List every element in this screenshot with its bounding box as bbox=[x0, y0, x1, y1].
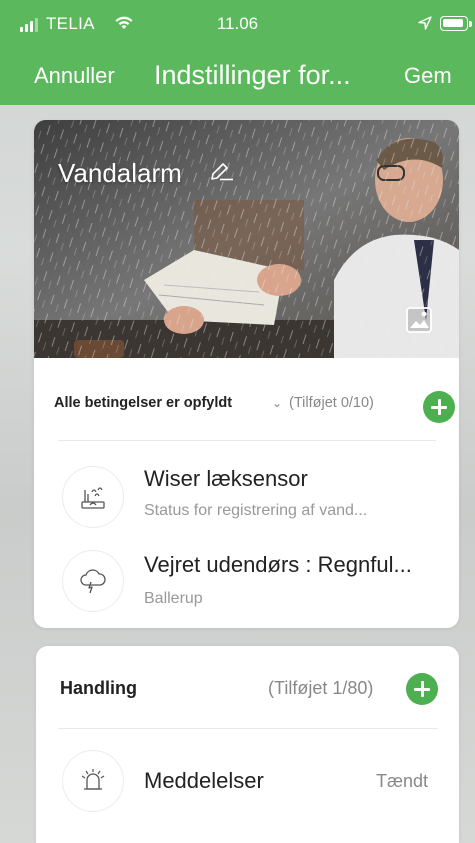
app-header: TELIA 11.06 Annuller Indstillinger for..… bbox=[0, 0, 475, 105]
water-leak-sensor-icon bbox=[62, 466, 124, 528]
location-arrow-icon bbox=[417, 15, 433, 36]
chevron-down-icon[interactable]: ⌄ bbox=[272, 396, 282, 410]
actions-label: Handling bbox=[60, 678, 137, 698]
status-time: 11.06 bbox=[216, 14, 259, 33]
cover-photo-illustration bbox=[34, 120, 459, 358]
scene-name: Vandalarm bbox=[58, 158, 182, 188]
actions-card: Handling (Tilføjet 1/80) Meddelelser Tæn… bbox=[36, 646, 459, 843]
actions-count: (Tilføjet 1/80) bbox=[268, 678, 374, 698]
save-button[interactable]: Gem bbox=[404, 63, 452, 89]
condition-item[interactable]: Vejret udendørs : Regnful... Ballerup bbox=[34, 540, 459, 620]
nav-bar: Annuller Indstillinger for... Gem bbox=[0, 60, 475, 94]
add-action-button[interactable] bbox=[406, 673, 438, 705]
condition-title: Vejret udendørs : Regnful... bbox=[144, 552, 412, 577]
action-item[interactable]: Meddelelser Tændt bbox=[36, 742, 459, 822]
condition-subtitle: Ballerup bbox=[144, 590, 203, 607]
add-condition-button[interactable] bbox=[423, 391, 455, 423]
scene-cover-image: Vandalarm bbox=[34, 120, 459, 358]
conditions-header: Alle betingelser er opfyldt ⌄ (Tilføjet … bbox=[54, 391, 455, 423]
condition-title: Wiser læksensor bbox=[144, 466, 308, 491]
rain-cloud-icon bbox=[62, 550, 124, 612]
conditions-card: Vandalarm Alle betingelser er opfyldt ⌄ … bbox=[34, 120, 459, 628]
action-title: Meddelelser bbox=[144, 768, 264, 793]
alarm-bell-icon bbox=[62, 750, 124, 812]
conditions-count: (Tilføjet 0/10) bbox=[289, 395, 374, 411]
condition-subtitle: Status for registrering af vand... bbox=[144, 502, 368, 519]
battery-icon bbox=[440, 16, 468, 31]
condition-mode-dropdown[interactable]: Alle betingelser er opfyldt bbox=[54, 395, 232, 411]
condition-item[interactable]: Wiser læksensor Status for registrering … bbox=[34, 456, 459, 536]
cancel-button[interactable]: Annuller bbox=[34, 63, 115, 89]
divider bbox=[58, 440, 436, 441]
status-bar: TELIA 11.06 bbox=[0, 12, 475, 40]
divider bbox=[58, 728, 438, 729]
action-value: Tændt bbox=[376, 771, 429, 791]
page-title: Indstillinger for... bbox=[154, 60, 351, 90]
